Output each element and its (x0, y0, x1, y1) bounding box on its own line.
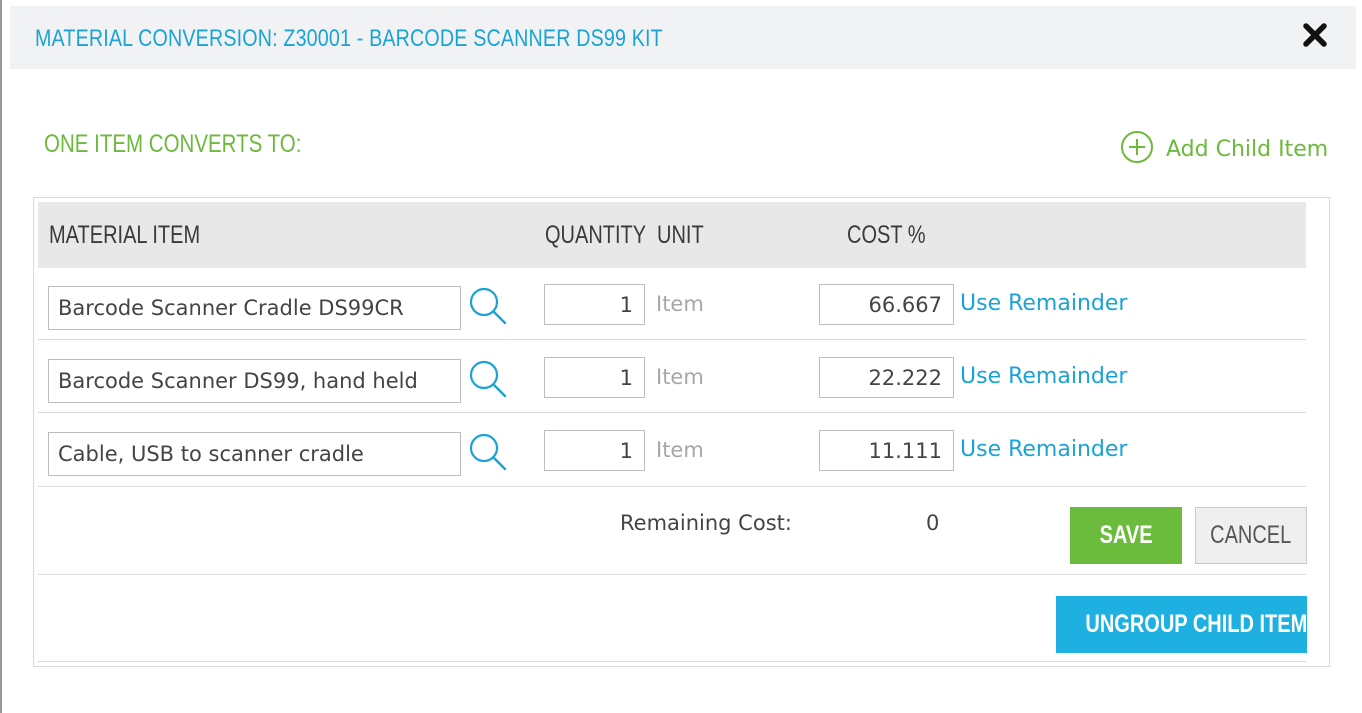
quantity-input[interactable] (544, 284, 645, 325)
material-item-input[interactable] (48, 359, 461, 403)
row-divider (38, 574, 1306, 575)
plus-circle-icon (1120, 130, 1154, 168)
remaining-cost-label: Remaining Cost: (620, 511, 792, 535)
modal-header: MATERIAL CONVERSION: Z30001 - BARCODE SC… (10, 6, 1356, 69)
cancel-button[interactable]: CANCEL (1195, 507, 1307, 564)
unit-label: Item (656, 365, 704, 389)
use-remainder-link[interactable]: Use Remainder (960, 291, 1127, 316)
save-button[interactable]: SAVE (1070, 507, 1182, 564)
material-item-input[interactable] (48, 286, 461, 330)
section-title: ONE ITEM CONVERTS TO: (44, 130, 302, 158)
row-divider (38, 339, 1306, 340)
search-icon[interactable] (466, 284, 510, 328)
use-remainder-link[interactable]: Use Remainder (960, 364, 1127, 389)
search-icon[interactable] (466, 430, 510, 474)
header-material-item: MATERIAL ITEM (49, 221, 201, 249)
ungroup-child-items-button[interactable]: UNGROUP CHILD ITEMS (1056, 596, 1321, 653)
add-child-item-button[interactable]: Add Child Item (1120, 130, 1329, 168)
quantity-input[interactable] (544, 357, 645, 398)
cancel-button-label: CANCEL (1210, 521, 1292, 549)
cost-percent-input[interactable] (819, 357, 954, 398)
cost-percent-input[interactable] (819, 430, 954, 471)
header-cost-pct: COST % (847, 221, 926, 249)
unit-label: Item (656, 292, 704, 316)
cost-percent-input[interactable] (819, 284, 954, 325)
unit-label: Item (656, 438, 704, 462)
header-unit: UNIT (657, 221, 704, 249)
use-remainder-link[interactable]: Use Remainder (960, 437, 1127, 462)
quantity-input[interactable] (544, 430, 645, 471)
search-icon[interactable] (466, 357, 510, 401)
close-icon[interactable] (1302, 22, 1328, 48)
row-divider (38, 412, 1306, 413)
add-child-item-label: Add Child Item (1166, 136, 1329, 162)
modal-title: MATERIAL CONVERSION: Z30001 - BARCODE SC… (35, 25, 663, 52)
material-item-input[interactable] (48, 432, 461, 476)
header-quantity: QUANTITY (545, 221, 647, 249)
row-divider (38, 661, 1306, 662)
table-header: MATERIAL ITEM QUANTITY UNIT COST % (38, 202, 1306, 268)
window-edge (0, 0, 2, 713)
ungroup-button-label: UNGROUP CHILD ITEMS (1085, 610, 1321, 638)
remaining-cost-value: 0 (926, 511, 940, 535)
save-button-label: SAVE (1099, 521, 1153, 549)
row-divider (38, 486, 1306, 487)
